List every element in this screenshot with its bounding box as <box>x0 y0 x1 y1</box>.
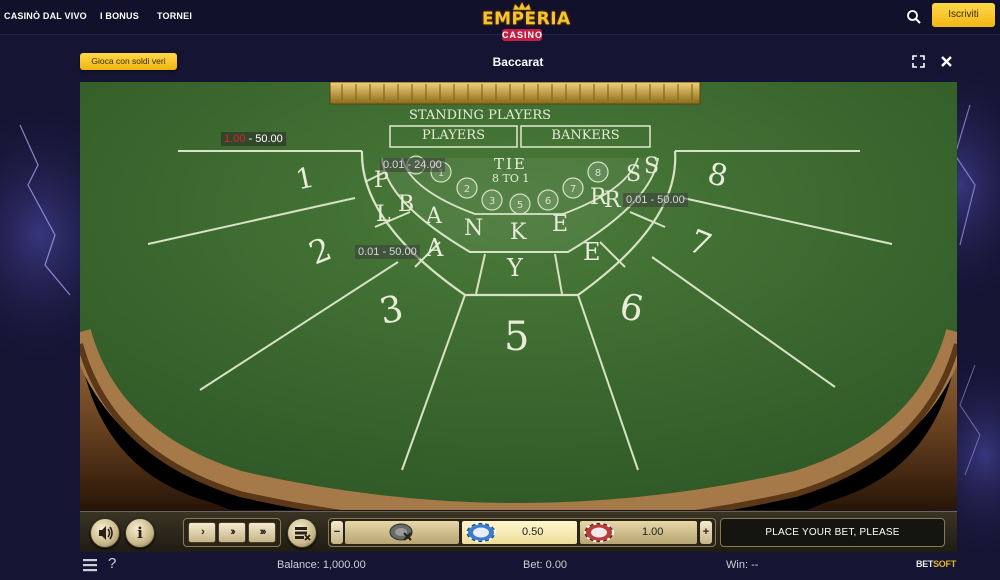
table-felt: 12 35 67 8 <box>80 82 957 510</box>
table-limit-max: 50.00 <box>255 133 283 145</box>
clear-bets-icon <box>295 527 311 541</box>
fullscreen-icon[interactable] <box>910 53 927 70</box>
svg-text:2: 2 <box>464 184 470 195</box>
blue-chip-icon <box>466 522 496 543</box>
speed-selector: › ›› ››› <box>183 518 281 547</box>
svg-text:8: 8 <box>595 168 601 179</box>
balance-value: 1,000.00 <box>322 559 366 571</box>
sound-button[interactable] <box>90 518 120 548</box>
chip-slot-empty[interactable] <box>345 521 459 544</box>
tie-limit-label: 0.01 - 24.00 <box>380 158 445 172</box>
tie-label: TIE <box>494 155 527 173</box>
banker-letter: S <box>644 154 660 179</box>
player-letter: A <box>426 234 444 262</box>
win-label: Win: <box>726 559 748 571</box>
info-icon: i <box>137 524 143 542</box>
game-title: Baccarat <box>492 55 544 69</box>
info-button[interactable]: i <box>125 518 155 548</box>
top-navigation: CASINÒ DAL VIVO I BONUS TORNEI EMPERIA C… <box>0 0 1000 41</box>
nav-bonus[interactable]: I BONUS <box>100 11 139 21</box>
balance-label: Balance: <box>277 559 320 571</box>
player-letter: R <box>604 188 621 213</box>
standing-bankers-button[interactable]: BANKERS <box>524 128 647 143</box>
nav-live-casino[interactable]: CASINÒ DAL VIVO <box>4 11 87 21</box>
betsoft-logo-a: BET <box>916 559 934 569</box>
red-chip-icon <box>584 522 614 543</box>
speed-fast-button[interactable]: ›› <box>218 522 246 543</box>
svg-text:6: 6 <box>545 196 551 207</box>
balance-display: Balance: 1,000.00 <box>277 559 366 571</box>
emperia-casino-logo[interactable]: EMPERIA CASINO <box>482 2 571 46</box>
control-bar: i › ›› ››› − 0.50 1.00 + PLACE YOUR BET,… <box>80 511 957 552</box>
bottom-bar: ? Balance: 1,000.00 Bet: 0.00 Win: -- BE… <box>80 552 957 580</box>
player-letter: S <box>626 162 642 187</box>
tie-payout-label: 8 TO 1 <box>492 172 530 185</box>
chip-next-button[interactable]: + <box>700 521 712 544</box>
chip-selector: − 0.50 1.00 + <box>328 518 716 547</box>
baccarat-table: 12 35 67 8 STANDING PLAYERS PLAYERS BANK… <box>80 82 957 510</box>
chip-value: 0.50 <box>522 526 544 538</box>
player-limit-label: 0.01 - 50.00 <box>355 245 420 259</box>
player-letter: L <box>376 202 391 227</box>
win-value: -- <box>751 559 759 571</box>
clear-bets-button[interactable] <box>287 518 317 548</box>
win-display: Win: -- <box>726 559 758 571</box>
play-real-money-button[interactable]: Gioca con soldi veri <box>80 53 177 70</box>
banker-letter: A <box>426 204 442 229</box>
signup-button[interactable]: Iscriviti <box>932 3 995 27</box>
bet-value: 0.00 <box>545 559 568 571</box>
help-icon[interactable]: ? <box>108 555 116 572</box>
chip-slot-0-50[interactable]: 0.50 <box>462 521 577 544</box>
table-limit-min: 1.00 <box>224 133 246 145</box>
svg-text:7: 7 <box>570 184 576 195</box>
banker-letter: B <box>398 192 415 217</box>
speed-normal-button[interactable]: › <box>188 522 216 543</box>
speed-fastest-button[interactable]: ››› <box>248 522 276 543</box>
svg-text:3: 3 <box>489 196 495 207</box>
status-message: PLACE YOUR BET, PLEASE <box>720 518 945 547</box>
bet-display: Bet: 0.00 <box>523 559 567 571</box>
betsoft-logo-b: SOFT <box>933 559 956 569</box>
chip-prev-button[interactable]: − <box>331 521 343 544</box>
banker-limit-label: 0.01 - 50.00 <box>623 193 688 207</box>
player-letter: E <box>583 238 601 266</box>
logo-text-top: EMPERIA <box>482 9 571 29</box>
banker-letter: N <box>464 216 484 241</box>
table-limit-label: 1.00 - 50.00 <box>221 132 286 146</box>
chip-value: 1.00 <box>642 526 664 538</box>
bet-label: Bet: <box>523 559 543 571</box>
menu-icon[interactable] <box>82 557 98 573</box>
banker-letter: E <box>552 212 569 237</box>
banker-letter: K <box>510 220 527 245</box>
standing-players-label: STANDING PLAYERS <box>409 108 552 123</box>
speaker-icon <box>99 526 113 540</box>
chip-slot-1-00[interactable]: 1.00 <box>580 521 697 544</box>
player-letter: Y <box>507 254 523 282</box>
chip-remove-icon <box>389 523 413 541</box>
search-icon[interactable] <box>905 8 923 26</box>
seat-number[interactable]: 5 <box>504 314 529 360</box>
standing-players-button[interactable]: PLAYERS <box>393 128 514 143</box>
betsoft-logo: BETSOFT <box>916 559 956 569</box>
logo-text-bottom: CASINO <box>502 29 544 41</box>
close-icon[interactable] <box>938 53 955 70</box>
nav-tournaments[interactable]: TORNEI <box>157 11 192 21</box>
svg-text:5: 5 <box>517 200 523 211</box>
